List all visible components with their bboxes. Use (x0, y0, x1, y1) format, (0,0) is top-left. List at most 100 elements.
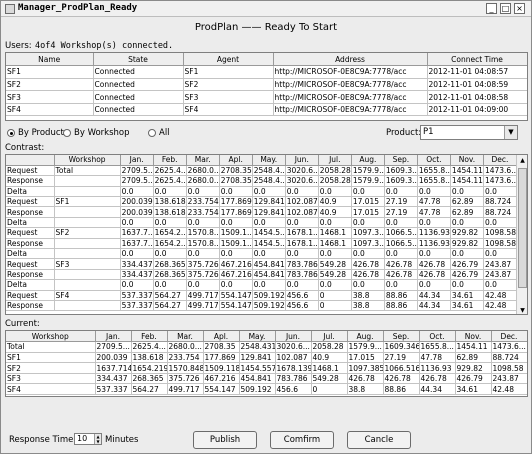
contrast-table-row[interactable]: Request SF4 537.337 564.27 499.717 554.147 509… (6, 290, 518, 301)
maximize-button[interactable]: □ (500, 3, 511, 14)
publish-button[interactable]: Publish (193, 431, 257, 449)
current-col-header[interactable]: Jun. (275, 331, 312, 343)
users-col-header[interactable]: Connect Time (427, 53, 527, 67)
contrast-table-cell: 0.0 (351, 186, 385, 198)
contrast-table-cell: 1579.9... (351, 175, 385, 187)
contrast-table-cell: 509.192 (252, 290, 286, 301)
current-table-cell: 1454.11 (455, 341, 492, 353)
current-col-header[interactable]: Mar. (167, 331, 204, 343)
users-table-row[interactable]: SF2 Connected SF2 http://MICROSOF-0E8C9A:77… (6, 78, 527, 92)
current-col-header[interactable]: Apl. (203, 331, 240, 343)
users-col-header[interactable]: Agent (183, 53, 274, 67)
current-col-header[interactable]: Workshop (6, 331, 96, 343)
contrast-table-row[interactable]: Request SF1 200.039 138.618 233.754 177.869 12… (6, 196, 518, 208)
contrast-col-header[interactable]: Jan. (120, 155, 154, 166)
contrast-col-header[interactable]: Feb. (153, 155, 187, 166)
cancle-button[interactable]: Cancle (347, 431, 411, 449)
chevron-down-icon[interactable]: ▼ (504, 126, 517, 139)
radio-by-workshop[interactable]: By Workshop (63, 128, 130, 138)
contrast-table-row[interactable]: Response 537.337 564.27 499.717 554.147 509.1… (6, 300, 518, 312)
scroll-up-icon[interactable]: ▲ (517, 155, 527, 166)
current-col-header[interactable]: Dec. (491, 331, 527, 343)
contrast-table-row[interactable]: Request SF2 1637.7... 1654.2... 1570.8... 150… (6, 227, 518, 239)
contrast-table-cell: 200.039 (120, 196, 154, 208)
radio-all-dot[interactable] (148, 129, 156, 137)
contrast-table: Workshop Jan. Feb. Mar. Apl. May. Jun. Jul. Aug.… (5, 154, 528, 315)
contrast-scrollbar[interactable]: ▲ ▼ (516, 155, 527, 314)
current-col-header[interactable]: Feb. (131, 331, 168, 343)
contrast-col-header[interactable]: May. (252, 155, 286, 166)
users-table-row[interactable]: SF4 Connected SF4 http://MICROSOF-0E8C9A:77… (6, 103, 527, 117)
contrast-table-row[interactable]: Response 2709.5... 2625.4... 2680.0... 2708.… (6, 175, 518, 187)
users-table-row[interactable]: SF1 Connected SF1 http://MICROSOF-0E8C9A:77… (6, 65, 527, 79)
contrast-table-row[interactable]: Request Total 2709.5... 2625.4... 2680.0... 2… (6, 165, 518, 177)
response-time-spinner[interactable]: 10 ▲ ▼ (74, 433, 102, 445)
contrast-table-cell: 40.9 (318, 196, 352, 208)
minimize-button[interactable]: _ (486, 3, 497, 14)
scroll-thumb[interactable] (518, 168, 527, 288)
contrast-table-cell: 2708.35 (219, 165, 253, 177)
contrast-col-header[interactable]: Jul. (318, 155, 352, 166)
current-table-row[interactable]: SF3 334.437 268.365 375.726 467.216 454.841 78… (6, 373, 527, 385)
radio-by-product-dot[interactable] (7, 129, 15, 137)
users-col-header[interactable]: State (93, 53, 184, 67)
contrast-table-cell: 177.869 (219, 196, 253, 208)
contrast-col-header[interactable] (6, 155, 55, 166)
users-table-cell: http://MICROSOF-0E8C9A:7778/acc (273, 78, 428, 92)
contrast-table-row[interactable]: Response 200.039 138.618 233.754 177.869 129.… (6, 206, 518, 218)
users-table-row[interactable]: SF3 Connected SF3 http://MICROSOF-0E8C9A:77… (6, 90, 527, 104)
contrast-table-cell: 1468.1 (318, 238, 352, 250)
current-table-row[interactable]: SF1 200.039 138.618 233.754 177.869 129.841 10… (6, 352, 527, 364)
contrast-col-header[interactable]: Nov. (450, 155, 484, 166)
users-col-header[interactable]: Name (6, 53, 94, 67)
product-select[interactable]: P1 ▼ (420, 125, 518, 140)
current-table-row[interactable]: SF4 537.337 564.27 499.717 554.147 509.192 456… (6, 383, 527, 396)
current-col-header[interactable]: Jan. (95, 331, 132, 343)
current-col-header[interactable]: Nov. (455, 331, 492, 343)
contrast-table-cell: 0.0 (120, 248, 154, 260)
contrast-col-header[interactable]: Mar. (186, 155, 220, 166)
contrast-table-row[interactable]: Delta 0.0 0.0 0.0 0.0 0.0 0.0 0.0 0.0 0.0 0.0 0.0 0.… (6, 186, 518, 198)
contrast-col-header[interactable]: Sep. (384, 155, 418, 166)
title-bar[interactable]: Manager_ProdPlan_Ready _ □ × (1, 1, 531, 17)
contrast-table-row[interactable]: Delta 0.0 0.0 0.0 0.0 0.0 0.0 0.0 0.0 0.0 0.0 0.0 0.… (6, 217, 518, 229)
users-col-header[interactable]: Address (273, 53, 428, 67)
contrast-col-header[interactable]: Jun. (285, 155, 319, 166)
current-table-cell: 40.9 (311, 352, 348, 364)
contrast-table-cell: 375.726 (186, 258, 220, 270)
current-col-header[interactable]: May. (239, 331, 276, 343)
contrast-table-cell: 0 (318, 290, 352, 301)
current-col-header[interactable]: Oct. (419, 331, 456, 343)
current-col-header[interactable]: Sep. (383, 331, 420, 343)
contrast-table-cell: 1066.5... (384, 238, 418, 250)
contrast-table-row[interactable]: Delta 0.0 0.0 0.0 0.0 0.0 0.0 0.0 0.0 0.0 0.0 0.0 0.… (6, 248, 518, 260)
contrast-table-cell: 102.087 (285, 206, 319, 218)
contrast-table-row[interactable]: Delta 0.0 0.0 0.0 0.0 0.0 0.0 0.0 0.0 0.0 0.0 0.0 0.… (6, 279, 518, 291)
spinner-arrows-icon[interactable]: ▲ ▼ (94, 434, 101, 444)
contrast-col-header[interactable]: Aug. (351, 155, 385, 166)
contrast-table-cell: Request (6, 227, 55, 239)
contrast-table-row[interactable]: Request SF3 334.437 268.365 375.726 467.216 45… (6, 258, 518, 270)
radio-all[interactable]: All (148, 128, 170, 138)
comfirm-button[interactable]: Comfirm (270, 431, 334, 449)
contrast-table-cell: 0.0 (285, 248, 319, 260)
current-col-header[interactable]: Jul. (311, 331, 348, 343)
contrast-col-header[interactable]: Oct. (417, 155, 451, 166)
contrast-table-cell: 564.27 (153, 300, 187, 312)
contrast-table-cell: 62.89 (450, 196, 484, 208)
radio-by-workshop-dot[interactable] (63, 129, 71, 137)
contrast-table-cell: 2709.5... (120, 165, 154, 177)
close-button[interactable]: × (514, 3, 525, 14)
contrast-table-cell: 1454.11 (450, 175, 484, 187)
contrast-table-row[interactable]: Response 1637.7... 1654.2... 1570.8... 1509.… (6, 238, 518, 250)
current-col-header[interactable]: Aug. (347, 331, 384, 343)
contrast-table-cell: 0.0 (186, 186, 220, 198)
current-table-row[interactable]: SF2 1637.714 1654.219 1570.848 1509.118 1454.… (6, 362, 527, 374)
radio-by-product[interactable]: By Product (7, 128, 64, 138)
contrast-col-header[interactable]: Dec. (483, 155, 518, 166)
contrast-table-row[interactable]: Response 334.437 268.365 375.726 467.216 454.… (6, 269, 518, 281)
current-table-row[interactable]: Total 2709.5... 2625.4... 2680.0... 2708.35 2… (6, 341, 527, 353)
contrast-col-header[interactable]: Workshop (54, 155, 121, 166)
scroll-down-icon[interactable]: ▼ (517, 305, 527, 314)
contrast-col-header[interactable]: Apl. (219, 155, 253, 166)
